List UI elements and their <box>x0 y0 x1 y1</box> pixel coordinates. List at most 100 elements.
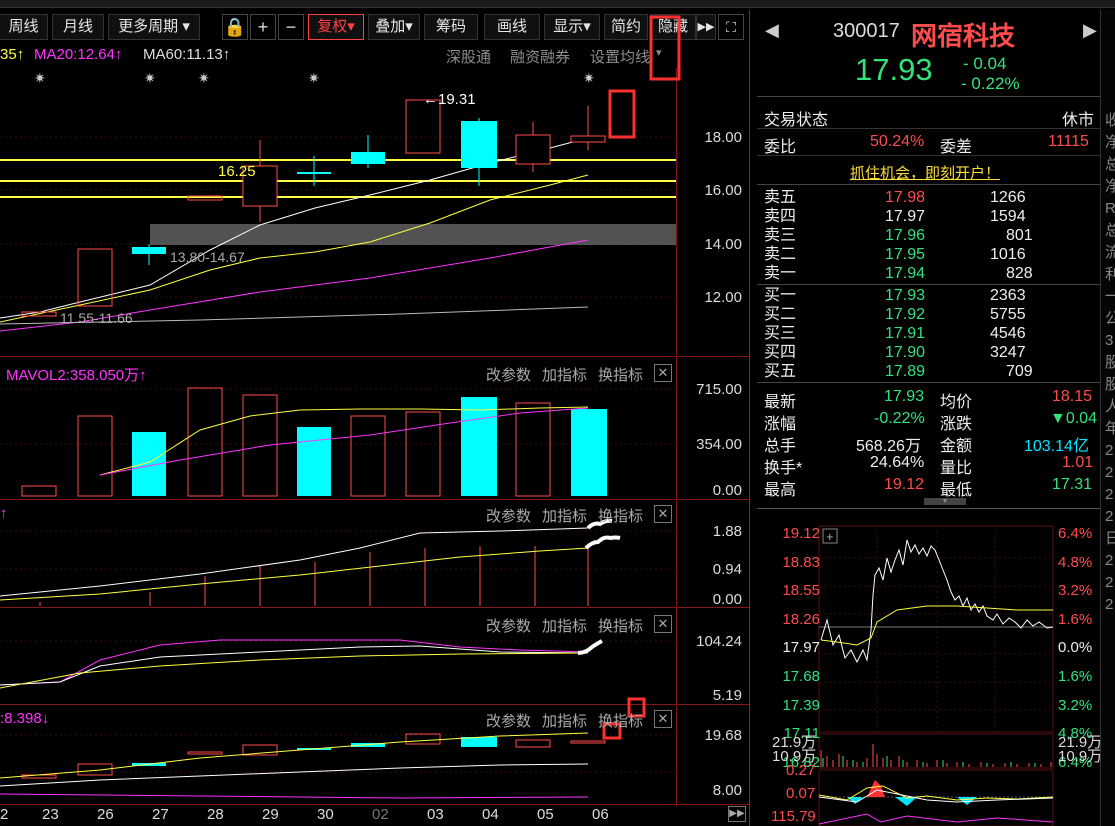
add-indicator-button[interactable]: 加指标 <box>542 615 587 636</box>
intraday-price-tick: 17.68 <box>782 667 820 685</box>
candle <box>297 172 331 174</box>
volume-bar <box>297 427 331 496</box>
close-icon[interactable]: ✕ <box>654 505 672 523</box>
add-indicator-button[interactable]: 加指标 <box>542 364 587 385</box>
panel-separator <box>0 356 750 357</box>
avg-value: 18.15 <box>1052 388 1093 405</box>
volume-bar <box>461 397 497 496</box>
switch-indicator-button[interactable]: 换指标 <box>598 615 643 636</box>
gap-range-label: 13.80-14.67 <box>170 249 245 265</box>
intraday-price-tick: 19.12 <box>782 525 820 542</box>
svg-text:✷: ✷ <box>34 70 46 86</box>
volume-bar <box>571 409 607 496</box>
panel-separator <box>0 499 750 500</box>
x-axis-tick: 02 <box>372 806 389 823</box>
x-axis-tick: 23 <box>42 806 59 823</box>
price-line-label: 16.25 <box>218 163 256 180</box>
ind4-legend: :8.398↓ <box>0 710 50 727</box>
divider <box>757 96 1100 97</box>
volume-bar <box>350 415 386 497</box>
intraday-volume-bars <box>818 733 1054 769</box>
sell-row-3: 卖三 17.96 801 <box>764 226 1044 245</box>
annotation-box <box>608 89 636 139</box>
svg-text:✷: ✷ <box>583 70 595 86</box>
order-price: 17.89 <box>885 363 926 380</box>
svg-text:✷: ✷ <box>308 70 320 86</box>
volume-bar <box>77 415 113 497</box>
add-indicator-button[interactable]: 加指标 <box>542 505 587 526</box>
price-change: - 0.04 <box>963 54 1007 73</box>
mavol1-line <box>99 406 589 476</box>
order-volume: 2363 <box>990 287 1026 304</box>
intraday-price-tick: 18.26 <box>782 610 820 628</box>
order-price: 17.91 <box>885 325 926 342</box>
stock-name: 网宿科技 <box>911 21 1016 51</box>
x-axis-tick: 06 <box>592 806 609 823</box>
switch-indicator-button[interactable]: 换指标 <box>598 505 643 526</box>
order-label: 买五 <box>764 363 797 380</box>
close-icon[interactable]: ✕ <box>654 710 672 728</box>
expand-handle-icon[interactable]: ▼ <box>924 498 966 505</box>
gap-band <box>150 224 676 245</box>
weibi-label: 委比 <box>764 139 797 156</box>
intraday-pct-tick: 6.4% <box>1058 525 1093 542</box>
buy-row-1: 买一 17.93 2363 <box>764 286 1044 305</box>
low-label: 最低 <box>940 482 973 499</box>
quote-grid: 最新 17.93 均价 18.15 涨幅 -0.22% 涨跌 ▼0.04 总手 … <box>764 386 1104 499</box>
svg-text:✷: ✷ <box>198 70 210 86</box>
volratio-value: 1.01 <box>1062 454 1094 471</box>
close-icon[interactable]: ✕ <box>654 364 672 382</box>
x-axis-tick: 04 <box>482 806 499 823</box>
volume-value: 568.26万 <box>856 438 921 455</box>
event-markers: ✷ ✷ ✷ ✷ ✷ <box>34 70 595 86</box>
sell-row-4: 卖四 17.97 1594 <box>764 207 1044 226</box>
change-params-button[interactable]: 改参数 <box>486 615 531 636</box>
high-label: 最高 <box>764 482 797 499</box>
ind4-line-magenta <box>0 793 589 799</box>
open-account-link[interactable]: 抓住机会，即刻开户！ <box>850 162 1000 183</box>
scroll-right-icon[interactable]: ▶▶ <box>728 806 746 822</box>
add-indicator-button[interactable]: 加指标 <box>542 710 587 731</box>
mavol-legend: MAVOL2:358.050万↑ <box>6 367 147 384</box>
order-volume: 4546 <box>990 325 1026 342</box>
close-icon[interactable]: ✕ <box>654 615 672 633</box>
ind2-line-yellow <box>0 547 589 601</box>
change-params-button[interactable]: 改参数 <box>486 364 531 385</box>
side-info-text: 收净总净R总流利一公3股股人年2222日222 <box>1105 112 1115 613</box>
y-axis-tick: 0.00 <box>712 591 742 608</box>
order-volume: 709 <box>1006 363 1033 380</box>
ind2-scribble <box>584 535 621 550</box>
mavol2-line <box>99 407 589 476</box>
chg-label: 涨幅 <box>764 416 797 433</box>
order-volume: 1266 <box>990 189 1026 206</box>
change-params-button[interactable]: 改参数 <box>486 710 531 731</box>
x-axis-tick: 27 <box>152 806 169 823</box>
switch-indicator-button[interactable]: 换指标 <box>598 710 643 731</box>
volume-bar <box>515 402 551 497</box>
next-stock-icon[interactable]: ▶ <box>1083 20 1097 41</box>
latest-label: 最新 <box>764 394 797 411</box>
sell-row-5: 卖五 17.98 1266 <box>764 188 1044 207</box>
low-value: 17.31 <box>1052 476 1093 493</box>
sell-row-1: 卖一 17.94 828 <box>764 264 1044 283</box>
x-axis-tick: 29 <box>262 806 279 823</box>
chg-value: -0.22% <box>874 410 925 427</box>
order-volume: 801 <box>1006 227 1033 244</box>
candle <box>515 134 551 165</box>
volume-bar <box>187 387 223 497</box>
order-volume: 5755 <box>990 306 1026 323</box>
prev-stock-icon[interactable]: ◀ <box>765 20 779 41</box>
side-info-column: 收净总净R总流利一公3股股人年2222日222 <box>1100 10 1115 826</box>
y-axis-tick: 0.00 <box>712 482 742 499</box>
order-volume: 1016 <box>990 246 1026 263</box>
x-axis-tick: 28 <box>207 806 224 823</box>
candle <box>132 247 166 254</box>
change-params-button[interactable]: 改参数 <box>486 505 531 526</box>
divider <box>757 128 1100 129</box>
annotation-box <box>649 15 681 81</box>
intraday-price-tick: 17.97 <box>782 639 820 657</box>
order-price: 17.90 <box>885 344 926 361</box>
order-label: 卖三 <box>764 227 797 244</box>
switch-indicator-button[interactable]: 换指标 <box>598 364 643 385</box>
stock-code: 300017 <box>833 20 900 42</box>
